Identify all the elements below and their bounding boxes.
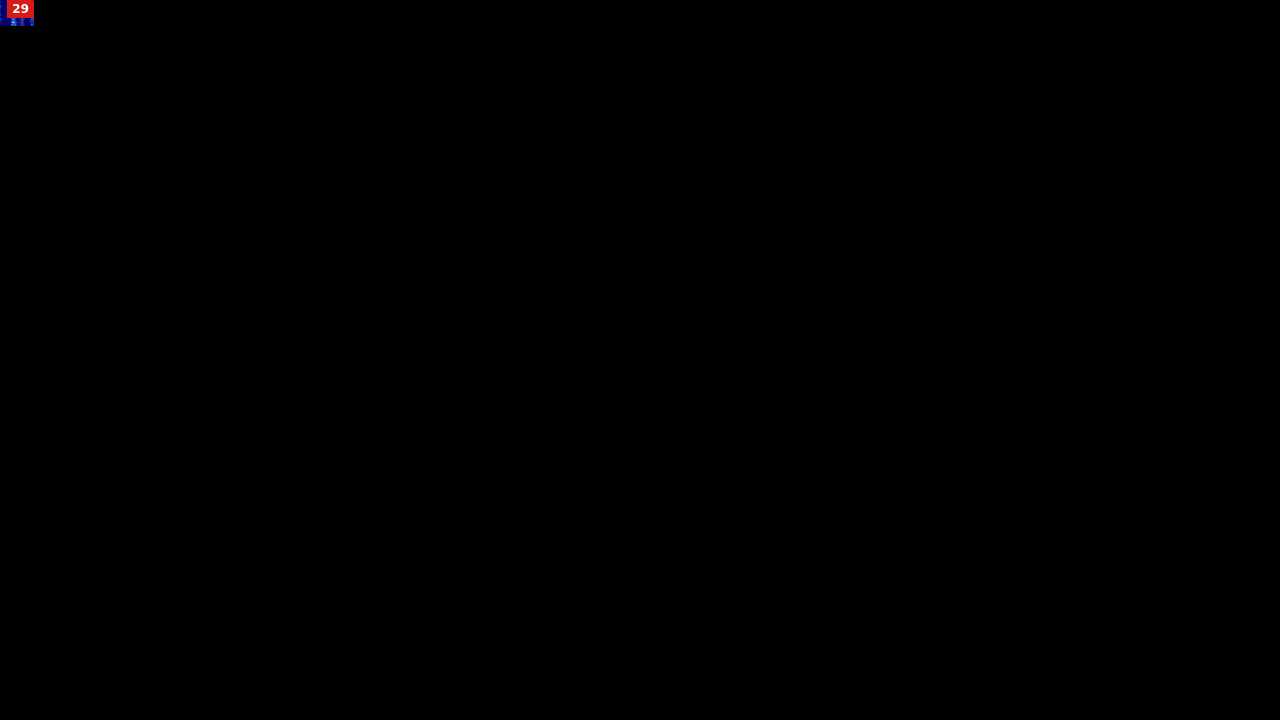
sdrsharp-window: SDR# v1.0.0.1332 - IQ Imbalance: Gain = … — [0, 0, 34, 26]
overlay-badge: 29 — [7, 0, 34, 18]
